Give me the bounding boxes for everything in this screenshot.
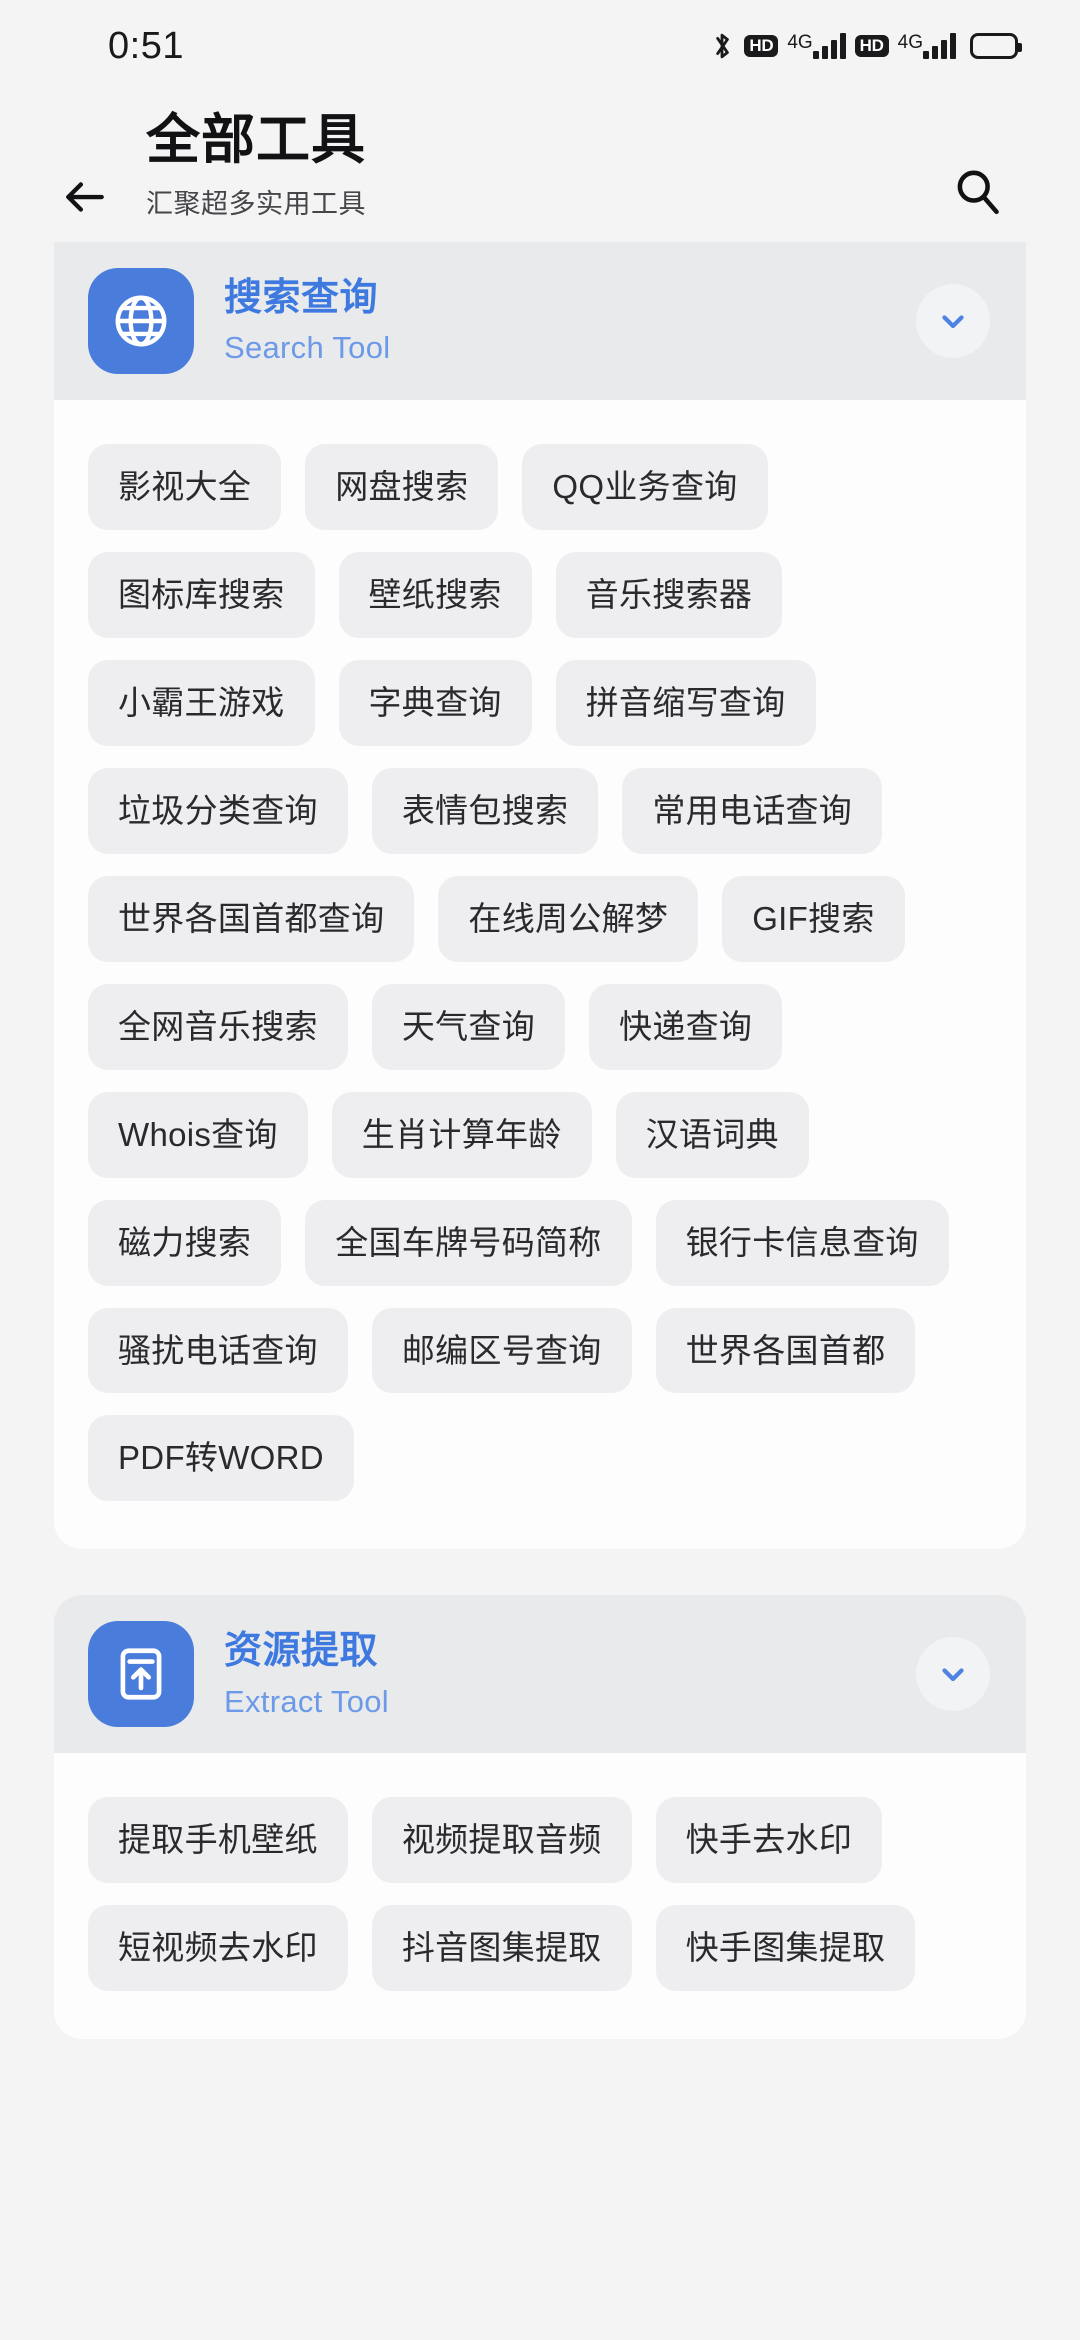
archive-upload-icon [88,1621,194,1728]
signal-bars-1 [812,33,846,59]
tool-chip[interactable]: 影视大全 [88,444,282,530]
section-text-block: 资源提取 Extract Tool [224,1629,916,1720]
tool-chip[interactable]: 快手去水印 [655,1797,883,1884]
chevron-down-icon[interactable] [916,284,990,358]
bluetooth-icon [709,30,735,62]
search-icon [951,165,1003,217]
network-label-2: 4G [897,32,923,53]
tool-chip[interactable]: 视频提取音频 [371,1797,632,1884]
section-title: 资源提取 [224,1629,379,1672]
section-subtitle: Extract Tool [224,1683,389,1719]
tool-chip[interactable]: 短视频去水印 [88,1905,348,1992]
arrow-left-icon [60,172,110,222]
tool-chip[interactable]: 快递查询 [589,983,783,1070]
section-subtitle: Search Tool [224,330,391,366]
tool-chip[interactable]: 生肖计算年龄 [331,1091,592,1178]
signal-bars-2 [923,33,956,59]
status-icon-group: HD 4G HD 4G [709,30,1022,62]
tool-chip[interactable]: QQ业务查询 [522,444,768,530]
battery-icon [970,33,1022,59]
tool-chip[interactable]: 壁纸搜索 [338,551,532,638]
tool-chip[interactable]: 全国车牌号码简称 [305,1199,632,1286]
tool-chip[interactable]: 世界各国首都 [655,1307,916,1394]
hd-badge-1: HD [744,35,779,57]
tool-chip[interactable]: PDF转WORD [88,1415,354,1502]
tool-section-card: 资源提取 Extract Tool 提取手机壁纸 视频提取音频 快手去水印短视频去水印抖… [54,1595,1026,2040]
tool-chip[interactable]: 银行卡信息查询 [655,1199,949,1286]
tool-chip[interactable]: 提取手机壁纸 [88,1797,348,1884]
tool-chip[interactable]: 垃圾分类查询 [88,767,348,854]
tool-chip[interactable]: 小霸王游戏 [88,659,315,746]
page-subtitle: 汇聚超多实用工具 [146,189,366,220]
back-button[interactable] [42,154,128,240]
tool-chip[interactable]: 磁力搜索 [88,1199,282,1286]
status-bar: 0:51 HD 4G HD 4G [0,0,1080,92]
network-indicator-1: 4G [787,32,846,59]
section-title: 搜索查询 [224,276,379,319]
search-button[interactable] [934,148,1020,234]
tool-chip[interactable]: 字典查询 [338,659,532,746]
tool-chip[interactable]: 拼音缩写查询 [555,659,816,746]
status-time: 0:51 [108,24,184,67]
content-scroll-area[interactable]: 搜索查询 Search Tool 影视大全 网盘搜索 QQ业务查询图标库搜索 壁纸搜索 音乐… [0,242,1080,2340]
network-label-1: 4G [787,32,813,53]
tool-chip[interactable]: GIF搜索 [722,875,905,962]
tool-chip[interactable]: 音乐搜索器 [555,551,783,638]
sections-list: 搜索查询 Search Tool 影视大全 网盘搜索 QQ业务查询图标库搜索 壁纸搜索 音乐… [0,242,1080,2040]
section-header[interactable]: 搜索查询 Search Tool [54,242,1026,400]
chevron-down-icon[interactable] [916,1637,990,1712]
hd-badge-2: HD [854,35,889,57]
tool-chip[interactable]: 世界各国首都查询 [88,875,415,962]
tool-chip[interactable]: 网盘搜索 [305,444,499,530]
tool-chip[interactable]: 表情包搜索 [371,767,599,854]
app-bar: 全部工具 汇聚超多实用工具 [0,92,1080,242]
tool-chip-grid: 影视大全 网盘搜索 QQ业务查询图标库搜索 壁纸搜索 音乐搜索器小霸王游戏 字典查询 拼音缩… [54,400,1026,1550]
tool-chip[interactable]: 汉语词典 [615,1091,809,1178]
tool-chip[interactable]: 快手图集提取 [655,1905,916,1992]
tool-chip[interactable]: 骚扰电话查询 [88,1307,348,1394]
tool-chip-grid: 提取手机壁纸 视频提取音频 快手去水印短视频去水印 抖音图集提取 快手图集提取 [54,1753,1026,2040]
tool-chip[interactable]: 常用电话查询 [622,767,883,854]
tool-chip[interactable]: 全网音乐搜索 [88,983,348,1070]
app-screen: 0:51 HD 4G HD 4G 全部工具 汇聚超多实用工具 搜索查询 Sear… [0,0,1080,2340]
tool-section-card: 搜索查询 Search Tool 影视大全 网盘搜索 QQ业务查询图标库搜索 壁纸搜索 音乐… [54,242,1026,1550]
page-title: 全部工具 [146,110,366,170]
section-text-block: 搜索查询 Search Tool [224,276,916,367]
title-block: 全部工具 汇聚超多实用工具 [146,110,934,221]
tool-chip[interactable]: Whois查询 [88,1091,308,1178]
tool-chip[interactable]: 在线周公解梦 [438,875,699,962]
network-indicator-2: 4G [898,33,956,59]
tool-chip[interactable]: 图标库搜索 [88,551,315,638]
tool-chip[interactable]: 天气查询 [371,983,566,1070]
tool-chip[interactable]: 邮编区号查询 [371,1307,632,1394]
section-header[interactable]: 资源提取 Extract Tool [54,1595,1026,1754]
globe-icon [88,268,194,374]
tool-chip[interactable]: 抖音图集提取 [371,1905,632,1992]
